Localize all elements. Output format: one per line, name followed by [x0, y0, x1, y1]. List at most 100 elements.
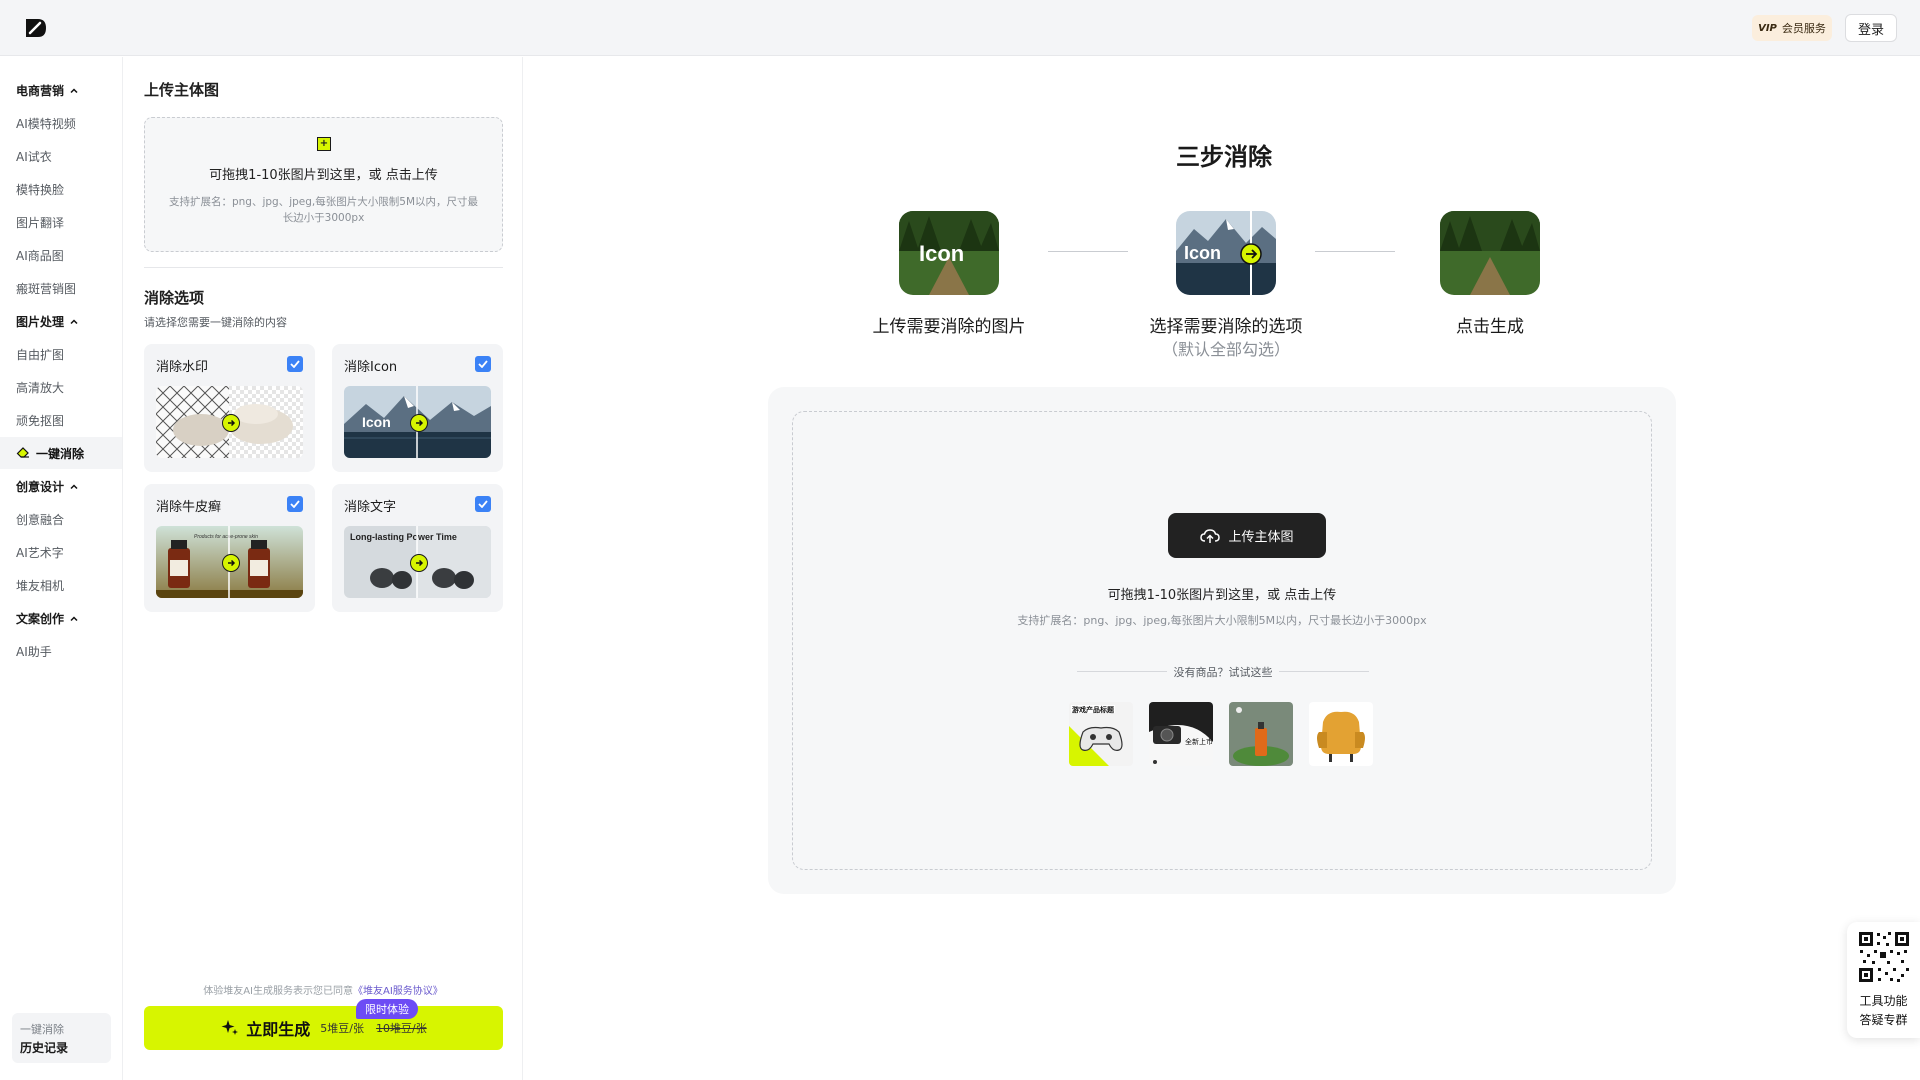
options-subtitle: 请选择您需要一键消除的内容 [144, 316, 287, 329]
nav-group-creative-design[interactable]: 创意设计 [16, 478, 78, 495]
sidebar-item-creative-fusion[interactable]: 创意融合 [16, 511, 64, 528]
svg-text:Icon: Icon [919, 241, 964, 266]
option-label: 消除文字 [344, 500, 397, 515]
sidebar-item-ai-art-text[interactable]: AI艺术字 [16, 544, 64, 561]
ads-thumbnail: Products for acne-prone skin [156, 526, 303, 598]
sparkle-icon [221, 1020, 239, 1035]
sidebar-item-ai-model-video[interactable]: AI模特视频 [16, 115, 76, 132]
dropzone-main-text: 可拖拽1-10张图片到这里，或 点击上传 [209, 168, 438, 183]
step1-image: Icon [899, 211, 999, 295]
vip-tag: VIP [1758, 22, 1777, 34]
qr-line1: 工具功能 [1859, 994, 1908, 1008]
history-line2: 历史记录 [20, 1041, 69, 1055]
option-label: 消除Icon [344, 360, 398, 375]
plus-icon: + [317, 137, 331, 151]
svg-text:Icon: Icon [1184, 243, 1221, 263]
chevron-up-icon [70, 483, 78, 489]
sidebar-item-upscale[interactable]: 高清放大 [16, 379, 64, 396]
vip-label: 会员服务 [1781, 22, 1826, 35]
option-card-ads[interactable]: 消除牛皮癣 Products for acne-prone skin [144, 484, 315, 612]
history-line1: 一键消除 [20, 1023, 64, 1036]
vip-button[interactable]: VIP 会员服务 [1752, 15, 1832, 41]
arrow-right-icon [222, 414, 240, 432]
sidebar-item-one-click-erase[interactable]: 一键消除 [0, 437, 122, 469]
sidebar: 电商营销 AI模特视频 AI试衣 模特换脸 图片翻译 AI商品图 瘢斑营销图 图… [0, 57, 123, 1080]
step2-label: 选择需要消除的选项 [1149, 317, 1303, 337]
svg-text:Products for acne-prone skin: Products for acne-prone skin [194, 534, 258, 540]
history-button[interactable]: 一键消除 历史记录 [12, 1013, 111, 1063]
chevron-up-icon [70, 615, 78, 621]
generate-label: 立即生成 [246, 1020, 311, 1039]
main-upload-area: 上传主体图 可拖拽1-10张图片到这里，或 点击上传 支持扩展名：png、jpg… [768, 387, 1676, 894]
nav-group-ecommerce[interactable]: 电商营销 [16, 82, 78, 99]
divider [1279, 671, 1369, 672]
step2-sublabel: （默认全部勾选） [1161, 340, 1290, 359]
upload-button-label: 上传主体图 [1228, 530, 1294, 545]
arrow-right-icon [410, 414, 428, 432]
nav-group-image-processing[interactable]: 图片处理 [16, 313, 78, 330]
agreement-prefix: 体验堆友AI生成服务表示您已同意 [203, 986, 353, 997]
svg-text:游戏产品标题: 游戏产品标题 [1072, 705, 1115, 714]
sample-chair[interactable] [1309, 702, 1373, 766]
upload-main-text: 可拖拽1-10张图片到这里，或 点击上传 [1107, 588, 1337, 603]
qr-code-icon [1857, 930, 1911, 984]
step-connector [1315, 251, 1395, 252]
divider [1077, 671, 1167, 672]
agreement-note: 体验堆友AI生成服务表示您已同意《堆友AI服务协议》 [124, 982, 522, 997]
sidebar-item-label: 一键消除 [36, 446, 85, 461]
login-button[interactable]: 登录 [1845, 14, 1897, 42]
text-thumbnail: Long-lasting Power Time [344, 526, 491, 598]
sidebar-item-cutout[interactable]: 顽免抠图 [16, 412, 64, 429]
divider [144, 267, 503, 268]
checkbox-checked-icon[interactable] [475, 496, 491, 512]
chevron-up-icon [70, 87, 78, 93]
page-title: 三步消除 [1176, 143, 1272, 171]
step3-image [1440, 211, 1540, 295]
sidebar-item-ai-assistant[interactable]: AI助手 [16, 643, 52, 660]
sidebar-item-camera[interactable]: 堆友相机 [16, 577, 64, 594]
sidebar-item-expand[interactable]: 自由扩图 [16, 346, 64, 363]
checkbox-checked-icon[interactable] [475, 356, 491, 372]
nav-group-label: 文案创作 [16, 612, 65, 626]
sidebar-item-image-translate[interactable]: 图片翻译 [16, 214, 64, 231]
options-panel: 上传主体图 + 可拖拽1-10张图片到这里，或 点击上传 支持扩展名：png、j… [124, 57, 523, 1080]
eraser-icon [16, 447, 29, 458]
checkbox-checked-icon[interactable] [287, 356, 303, 372]
generate-button[interactable]: 立即生成 5堆豆/张 10堆豆/张 [144, 1006, 503, 1050]
sidebar-item-ai-product[interactable]: AI商品图 [16, 247, 64, 264]
agreement-link[interactable]: 《堆友AI服务协议》 [353, 986, 443, 997]
dropzone-hint-text: 支持扩展名：png、jpg、jpeg,每张图片大小限制5M以内，尺寸最长边小于3… [168, 196, 479, 224]
sample-camera[interactable]: 全新上市 [1149, 702, 1213, 766]
option-card-icon[interactable]: 消除Icon Icon [332, 344, 503, 472]
option-card-watermark[interactable]: 消除水印 [144, 344, 315, 472]
option-label: 消除水印 [156, 360, 209, 375]
top-header: VIP 会员服务 登录 [0, 0, 1920, 56]
qr-widget[interactable]: 工具功能 答疑专群 [1847, 922, 1920, 1038]
arrow-right-icon [410, 554, 428, 572]
checkbox-checked-icon[interactable] [287, 496, 303, 512]
chevron-up-icon [70, 318, 78, 324]
sidebar-item-ai-tryon[interactable]: AI试衣 [16, 148, 52, 165]
sidebar-item-face-swap[interactable]: 模特换脸 [16, 181, 64, 198]
nav-group-label: 电商营销 [16, 84, 65, 98]
upload-dropzone-small[interactable]: + 可拖拽1-10张图片到这里，或 点击上传 支持扩展名：png、jpg、jpe… [144, 117, 503, 252]
step-connector [1048, 251, 1128, 252]
nav-group-copywriting[interactable]: 文案创作 [16, 610, 78, 627]
svg-text:全新上市: 全新上市 [1185, 737, 1213, 746]
step1-label: 上传需要消除的图片 [872, 317, 1026, 337]
upload-button[interactable]: 上传主体图 [1168, 513, 1326, 558]
icon-thumbnail: Icon [344, 386, 491, 458]
option-card-text[interactable]: 消除文字 Long-lasting Power Time [332, 484, 503, 612]
sample-gamepad[interactable]: 游戏产品标题 [1069, 702, 1133, 766]
main-dropzone[interactable]: 上传主体图 可拖拽1-10张图片到这里，或 点击上传 支持扩展名：png、jpg… [792, 411, 1652, 870]
sidebar-item-marketing[interactable]: 瘢斑营销图 [16, 280, 76, 297]
logo-icon[interactable] [22, 16, 48, 40]
qr-line2: 答疑专群 [1859, 1013, 1908, 1027]
cloud-upload-icon [1200, 528, 1221, 543]
nav-group-label: 图片处理 [16, 315, 65, 329]
options-title: 消除选项 [144, 289, 205, 307]
svg-text:Long-lasting Power Time: Long-lasting Power Time [350, 532, 457, 542]
sample-serum[interactable] [1229, 702, 1293, 766]
nav-group-label: 创意设计 [16, 480, 65, 494]
svg-text:Icon: Icon [362, 414, 391, 430]
